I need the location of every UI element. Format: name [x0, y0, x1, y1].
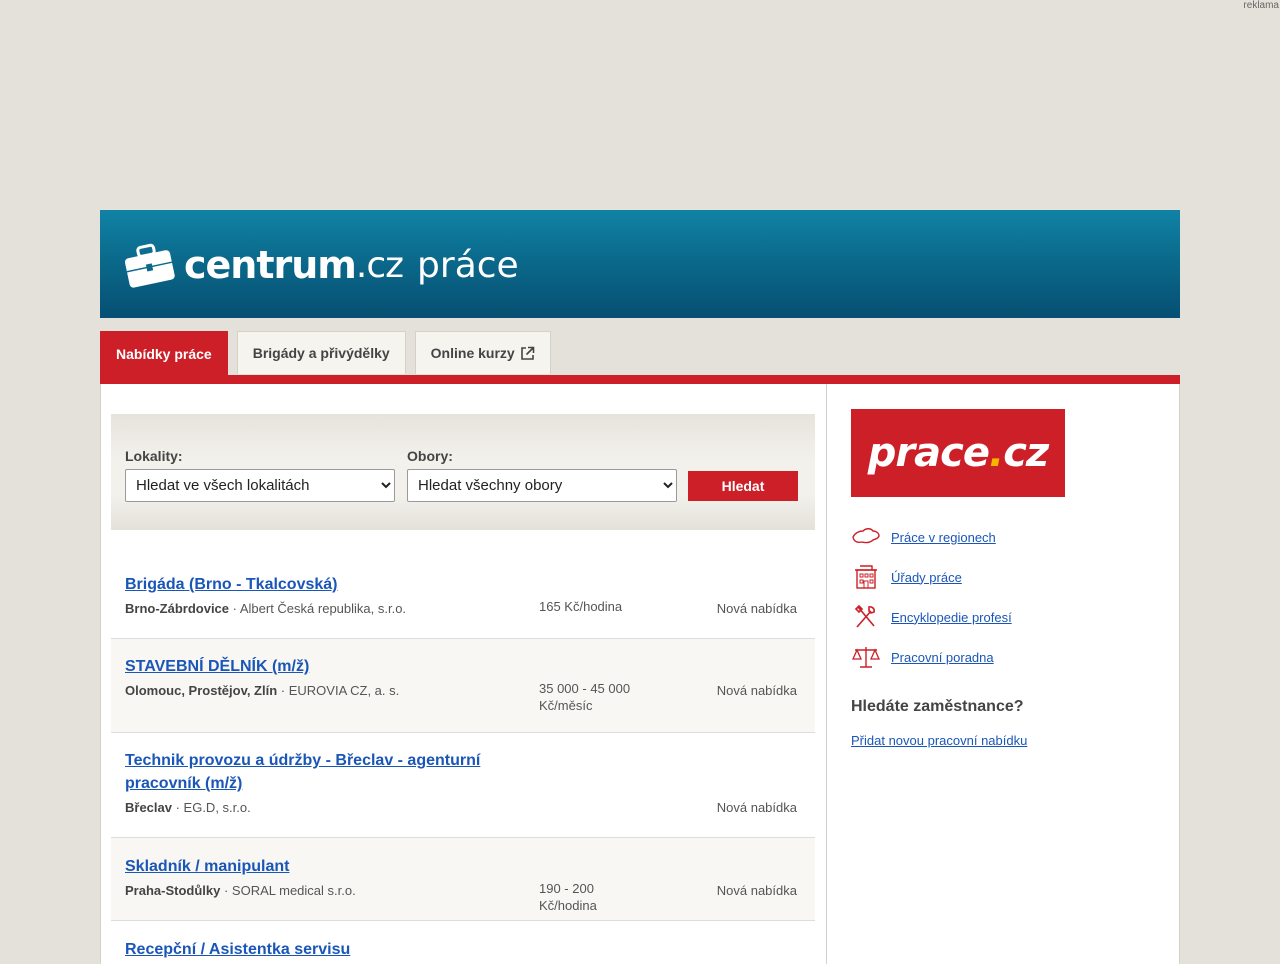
- job-meta: Brno-Zábrdovice · Albert Česká republika…: [125, 601, 406, 616]
- sidebar-link-regions[interactable]: Práce v regionech: [851, 524, 996, 550]
- job-title-link[interactable]: STAVEBNÍ DĚLNÍK (m/ž): [125, 655, 505, 678]
- job-company: · SORAL medical s.r.o.: [220, 883, 356, 898]
- tab-online-courses[interactable]: Online kurzy: [414, 331, 551, 374]
- job-salary: 35 000 - 45 000 Kč/měsíc: [539, 681, 631, 713]
- search-button[interactable]: Hledat: [688, 471, 798, 501]
- locations-select[interactable]: Hledat ve všech lokalitách: [125, 469, 395, 502]
- scales-icon: [851, 647, 881, 668]
- job-title-link[interactable]: Recepční / Asistentka servisu: [125, 938, 505, 961]
- job-company: · Albert Česká republika, s.r.o.: [229, 601, 407, 616]
- job-meta: Praha-Stodůlky · SORAL medical s.r.o.: [125, 883, 356, 898]
- column-divider: [826, 384, 827, 964]
- sidebar-link-label[interactable]: Encyklopedie profesí: [891, 610, 1012, 625]
- job-company: · EUROVIA CZ, a. s.: [277, 683, 400, 698]
- logo-dot: .: [989, 430, 1004, 476]
- tab-job-offers[interactable]: Nabídky práce: [100, 331, 228, 375]
- fields-select[interactable]: Hledat všechny obory: [407, 469, 677, 502]
- locations-label: Lokality:: [125, 448, 183, 464]
- building-icon: [855, 565, 877, 589]
- job-salary: 165 Kč/hodina: [539, 599, 623, 614]
- job-status: Nová nabídka: [716, 883, 797, 898]
- sidebar-link-advice[interactable]: Pracovní poradna: [851, 644, 994, 670]
- job-title-link[interactable]: Technik provozu a údržby - Břeclav - age…: [125, 749, 505, 795]
- job-status: Nová nabídka: [716, 683, 797, 698]
- brand-name: centrum: [184, 243, 357, 287]
- job-location: Břeclav: [125, 800, 172, 815]
- tab-part-time-jobs[interactable]: Brigády a přivýdělky: [236, 331, 406, 374]
- sidebar-link-offices[interactable]: Úřady práce: [851, 564, 962, 590]
- job-meta: Břeclav · EG.D, s.r.o.: [125, 800, 251, 815]
- job-listing: STAVEBNÍ DĚLNÍK (m/ž) Olomouc, Prostějov…: [111, 639, 815, 733]
- content-panel: Lokality: Hledat ve všech lokalitách Obo…: [100, 384, 1180, 964]
- job-location: Olomouc, Prostějov, Zlín: [125, 683, 278, 698]
- sidebar-link-encyclopedia[interactable]: Encyklopedie profesí: [851, 604, 1012, 630]
- external-link-icon: [520, 346, 535, 360]
- site-header: centrum .cz práce: [100, 210, 1180, 318]
- job-listing: Recepční / Asistentka servisu: [111, 921, 815, 964]
- job-salary: 190 - 200 Kč/hodina: [539, 881, 597, 913]
- brand-suffix: .cz: [355, 244, 404, 286]
- add-job-offer-link[interactable]: Přidat novou pracovní nabídku: [851, 733, 1027, 748]
- job-meta: Olomouc, Prostějov, Zlín · EUROVIA CZ, a…: [125, 683, 399, 698]
- tab-label: Brigády a přivýdělky: [252, 345, 390, 361]
- job-location: Praha-Stodůlky: [125, 883, 221, 898]
- sidebar-link-label[interactable]: Práce v regionech: [891, 530, 996, 545]
- tab-label: Online kurzy: [430, 345, 515, 361]
- map-icon: [852, 528, 880, 544]
- sidebar-link-label[interactable]: Pracovní poradna: [891, 650, 994, 665]
- ad-label: reklama: [1243, 0, 1279, 11]
- job-listing: Brigáda (Brno - Tkalcovská) Brno-Zábrdov…: [111, 556, 815, 639]
- tab-label: Nabídky práce: [116, 345, 212, 362]
- job-company: · EG.D, s.r.o.: [171, 800, 251, 815]
- search-panel: Lokality: Hledat ve všech lokalitách Obo…: [111, 414, 815, 530]
- job-listing: Skladník / manipulant Praha-Stodůlky · S…: [111, 838, 815, 921]
- site-logo[interactable]: centrum .cz práce: [122, 240, 519, 290]
- job-listing: Technik provozu a údržby - Břeclav - age…: [111, 733, 815, 838]
- tabs-underline: [100, 375, 1180, 384]
- sidebar-link-label[interactable]: Úřady práce: [891, 570, 962, 585]
- job-status: Nová nabídka: [716, 601, 797, 616]
- employer-heading: Hledáte zaměstnance?: [851, 698, 1024, 715]
- briefcase-icon: [124, 243, 175, 288]
- prace-cz-logo[interactable]: prace.cz: [851, 409, 1065, 497]
- job-location: Brno-Zábrdovice: [125, 601, 230, 616]
- tools-icon: [854, 604, 875, 628]
- job-title-link[interactable]: Skladník / manipulant: [125, 855, 505, 878]
- fields-label: Obory:: [407, 448, 453, 464]
- logo-text: prace: [867, 430, 990, 476]
- job-title-link[interactable]: Brigáda (Brno - Tkalcovská): [125, 573, 505, 596]
- job-status: Nová nabídka: [716, 800, 797, 815]
- logo-suffix: cz: [1003, 430, 1049, 476]
- section-name: práce: [417, 244, 519, 286]
- main-tabs: Nabídky práce Brigády a přivýdělky Onlin…: [100, 331, 560, 375]
